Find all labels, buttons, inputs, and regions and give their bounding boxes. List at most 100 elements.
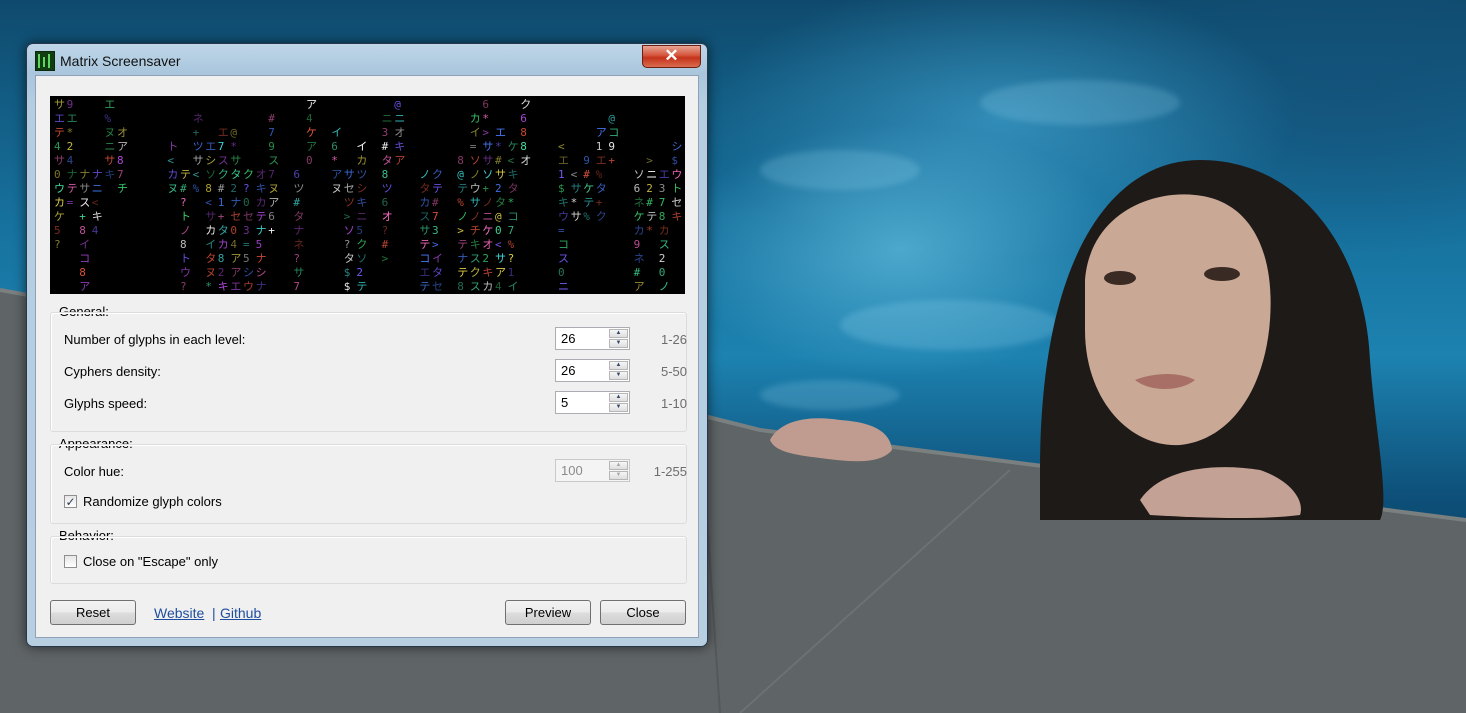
matrix-glyph: # [432,196,439,209]
matrix-glyph: ナ [255,280,267,293]
matrix-glyph: 9 [608,140,616,153]
glyphs-speed-up-arrow-icon[interactable]: ▲ [609,393,628,402]
matrix-glyph: カ [255,196,267,209]
matrix-glyph: オ [520,154,532,167]
matrix-glyph: サ [230,154,242,167]
matrix-glyph: 9 [66,98,74,111]
matrix-glyph: エ [104,98,116,111]
glyphs-count-input[interactable] [556,328,613,349]
matrix-glyph: 5 [243,252,250,265]
matrix-screensaver-window: Matrix Screensaver ✕ サエテ 4 サ 0 ウカケ 5? 9 エ * 2 4 ナテ =… [26,43,708,647]
matrix-glyph: コ [558,238,569,251]
matrix-glyph: タ [507,182,519,195]
title-bar[interactable]: Matrix Screensaver ✕ [27,44,707,76]
matrix-glyph: + [268,224,275,237]
matrix-glyph: < [558,140,565,153]
matrix-glyph: オ [482,238,494,251]
matrix-glyph: < [495,238,502,251]
matrix-glyph: 9 [268,140,275,153]
escape-only-label[interactable]: Close on "Escape" only [83,554,218,569]
matrix-glyph: ニ [356,210,368,223]
matrix-glyph: ? [507,252,515,265]
matrix-glyph: エ [205,140,217,153]
cyphers-density-input[interactable] [556,360,613,381]
matrix-glyph: 6 [293,168,301,181]
matrix-glyph: ノ [180,224,191,237]
window-close-button[interactable]: ✕ [642,45,701,68]
matrix-glyph: ウ [54,182,65,195]
glyphs-speed-down-arrow-icon[interactable]: ▼ [609,403,628,412]
matrix-glyph: タ [495,196,506,209]
matrix-glyph: 8 [217,252,225,265]
matrix-glyph: = [469,140,477,153]
matrix-glyph: ? [180,280,187,293]
matrix-glyph: ス [469,252,481,265]
matrix-glyph: ク [243,168,254,181]
reset-button[interactable]: Reset [50,600,136,625]
matrix-glyph: サ [469,196,481,209]
matrix-glyph: 3 [243,224,250,237]
matrix-glyph: 4 [54,140,61,153]
matrix-glyph: 2 [658,252,666,265]
matrix-glyph: ヌ [268,182,280,195]
glyphs-count-up-arrow-icon[interactable]: ▲ [609,329,628,338]
matrix-glyph: ケ [54,210,65,223]
matrix-glyph: シ [255,266,267,279]
dialog-client-area: サエテ 4 サ 0 ウカケ 5? 9 エ * 2 4 ナテ = ナサス +8 イコ 8 アナニ < キ 4 エ% ヌニサキオ… [35,75,699,638]
matrix-glyph: ス [469,280,481,293]
matrix-glyph: サ [104,154,116,167]
matrix-glyph: 3 [432,224,439,237]
matrix-glyph: テ [646,210,658,223]
matrix-glyph: イ [205,238,217,251]
color-hue-label: Color hue: [64,464,124,479]
matrix-glyph: 8 [381,168,389,181]
cyphers-density-down-arrow-icon[interactable]: ▼ [609,371,628,380]
matrix-glyph: 4 [306,112,313,125]
matrix-glyph: 8 [79,224,86,237]
matrix-glyph: ? [243,182,250,195]
matrix-glyph: # [583,168,590,181]
randomize-colors-label[interactable]: Randomize glyph colors [83,494,222,509]
matrix-glyph: ケ [583,182,595,195]
matrix-glyph: エ [595,154,607,167]
matrix-glyph: # [381,140,389,153]
matrix-glyph: サ [495,168,506,181]
matrix-glyph: $ [558,182,565,195]
matrix-glyph: 1 [507,266,515,279]
glyphs-speed-input[interactable] [556,392,613,413]
glyphs-count-down-arrow-icon[interactable]: ▼ [609,339,628,348]
matrix-glyph: % [583,210,590,223]
matrix-glyph: カ [482,280,494,293]
matrix-glyph: カ [167,168,179,181]
matrix-glyph: 9 [583,154,590,167]
matrix-glyph: イ [432,252,443,265]
matrix-glyph: 0 [306,154,313,167]
matrix-glyph: * [66,126,74,139]
matrix-glyph: サ [482,140,494,153]
matrix-glyph: ア [117,140,128,153]
matrix-glyph: カ [633,224,645,237]
matrix-glyph: ア [331,168,343,181]
matrix-glyph: ツ [293,182,305,195]
preview-button[interactable]: Preview [505,600,591,625]
matrix-glyph: < [167,154,175,167]
matrix-glyph: シ [356,182,368,195]
matrix-glyph: ノ [469,210,481,223]
matrix-glyph: テ [457,266,469,279]
matrix-glyph: ネ [633,252,645,265]
matrix-glyph: エ [230,280,242,293]
github-link[interactable]: Github [220,605,261,621]
cyphers-density-up-arrow-icon[interactable]: ▲ [609,361,628,370]
matrix-glyph: 2 [356,266,364,279]
matrix-glyph: キ [104,168,116,181]
matrix-glyph: ソ [469,154,481,167]
escape-only-checkbox[interactable] [64,555,77,568]
matrix-glyph: 8 [457,280,464,293]
close-button[interactable]: Close [600,600,686,625]
matrix-glyph: 6 [381,196,389,209]
randomize-colors-checkbox[interactable]: ✓ [64,495,77,508]
matrix-glyph: サ [343,168,355,181]
matrix-glyph: 1 [558,168,565,181]
matrix-glyph: シ [671,140,683,153]
website-link[interactable]: Website [154,605,204,621]
